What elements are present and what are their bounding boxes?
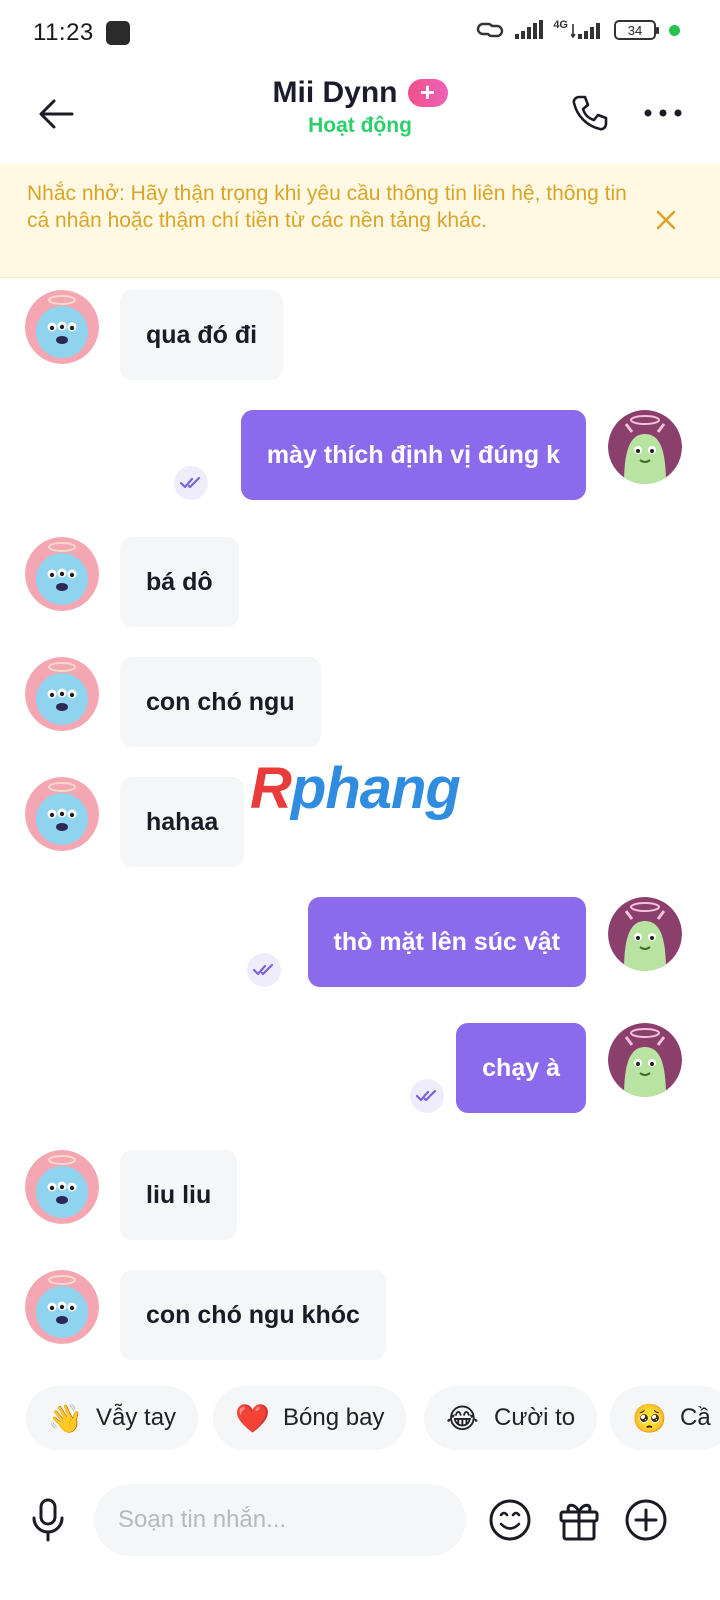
contact-avatar[interactable] <box>25 1150 99 1224</box>
incoming-message-bubble[interactable]: hahaa <box>120 777 245 867</box>
contact-avatar[interactable] <box>25 537 99 611</box>
message-row: thò mặt lên súc vật <box>0 897 720 989</box>
watermark-part-2: phang <box>290 756 461 821</box>
blue-monster-avatar-icon <box>25 657 99 731</box>
contact-avatar[interactable] <box>25 290 99 364</box>
user-avatar[interactable] <box>608 897 682 971</box>
message-row: chạy à <box>0 1023 720 1115</box>
quick-reaction-chip[interactable]: ❤️ Bóng bay <box>213 1386 407 1450</box>
chip-label: Vẫy tay <box>96 1404 177 1431</box>
blue-monster-avatar-icon <box>25 537 99 611</box>
message-row: bá dô <box>0 537 720 629</box>
quick-reaction-chip[interactable]: 🥺 Cầ <box>610 1386 720 1450</box>
incoming-message-bubble[interactable]: liu liu <box>120 1150 238 1240</box>
double-check-icon <box>180 476 201 489</box>
read-receipt-icon <box>174 466 208 500</box>
chip-label: Cầ <box>680 1404 711 1431</box>
safety-warning-banner: Nhắc nhở: Hãy thận trọng khi yêu cầu thô… <box>0 164 720 278</box>
contact-name[interactable]: Mii Dynn <box>273 76 398 110</box>
add-attachment-button[interactable] <box>622 1496 670 1544</box>
smiley-icon <box>489 1499 531 1541</box>
battery-icon: 34 <box>614 20 659 40</box>
message-list[interactable]: qua đó đi mày thích định vị đúng k bá dô… <box>0 280 720 1370</box>
message-row: qua đó đi <box>0 290 720 382</box>
blue-monster-avatar-icon <box>25 1150 99 1224</box>
user-avatar[interactable] <box>608 410 682 484</box>
chip-label: Bóng bay <box>283 1404 385 1431</box>
incoming-message-bubble[interactable]: qua đó đi <box>120 290 284 380</box>
more-options-button[interactable] <box>638 88 688 138</box>
voice-message-button[interactable] <box>24 1496 72 1544</box>
message-row: liu liu <box>0 1150 720 1242</box>
quick-reaction-bar: 👋 Vẫy tay ❤️ Bóng bay 😂 Cười to 🥺 Cầ <box>0 1386 720 1452</box>
emoji-button[interactable] <box>486 1496 534 1544</box>
gift-button[interactable] <box>555 1496 603 1544</box>
outgoing-message-bubble[interactable]: thò mặt lên súc vật <box>307 897 586 987</box>
status-indicators: 4G 34 <box>475 19 680 40</box>
link-icon <box>477 22 504 38</box>
phone-icon <box>572 95 608 131</box>
laughing-face-icon: 😂 <box>446 1402 479 1434</box>
quick-reaction-chip[interactable]: 😂 Cười to <box>424 1386 598 1450</box>
outgoing-message-bubble[interactable]: chạy à <box>456 1023 586 1113</box>
plus-circle-icon <box>625 1499 667 1541</box>
chip-label: Cười to <box>494 1404 576 1431</box>
signal-icon-2 <box>571 23 600 39</box>
watermark-logo: Rphang <box>250 755 461 822</box>
blue-monster-avatar-icon <box>25 1270 99 1344</box>
pleading-face-icon: 🥺 <box>632 1402 667 1434</box>
green-monster-avatar-icon <box>608 1023 682 1097</box>
blue-monster-avatar-icon <box>25 777 99 851</box>
status-bar: 11:23 4G 34 <box>0 0 720 68</box>
call-button[interactable] <box>565 88 615 138</box>
app-notification-icon <box>106 21 130 45</box>
watermark-part-1: R <box>250 756 292 821</box>
microphone-icon <box>32 1498 64 1542</box>
privacy-indicator-dot <box>669 24 680 36</box>
blue-monster-avatar-icon <box>25 290 99 364</box>
contact-avatar[interactable] <box>25 657 99 731</box>
plus-badge: + <box>407 79 448 107</box>
signal-icon <box>515 20 544 39</box>
user-avatar[interactable] <box>608 1023 682 1097</box>
message-row: con chó ngu khóc <box>0 1270 720 1362</box>
composer-bar <box>0 1480 720 1560</box>
incoming-message-bubble[interactable]: con chó ngu <box>120 657 321 747</box>
quick-reaction-chip[interactable]: 👋 Vẫy tay <box>26 1386 199 1450</box>
read-receipt-icon <box>247 953 281 987</box>
heart-icon: ❤️ <box>235 1402 270 1434</box>
status-time: 11:23 <box>33 19 94 46</box>
double-check-icon <box>253 963 274 976</box>
read-receipt-icon <box>410 1079 444 1113</box>
green-monster-avatar-icon <box>608 410 682 484</box>
green-monster-avatar-icon <box>608 897 682 971</box>
message-input[interactable] <box>94 1484 466 1556</box>
incoming-message-bubble[interactable]: con chó ngu khóc <box>120 1270 386 1360</box>
double-check-icon <box>416 1089 437 1102</box>
waving-hand-icon: 👋 <box>48 1402 83 1434</box>
warning-text: Nhắc nhở: Hãy thận trọng khi yêu cầu thô… <box>27 182 627 232</box>
incoming-message-bubble[interactable]: bá dô <box>120 537 239 627</box>
message-row: con chó ngu <box>0 657 720 749</box>
contact-avatar[interactable] <box>25 777 99 851</box>
chat-header: Mii Dynn + Hoạt động <box>0 68 720 164</box>
warning-close-button[interactable] <box>648 202 684 238</box>
gift-icon <box>559 1503 599 1541</box>
contact-avatar[interactable] <box>25 1270 99 1344</box>
close-icon <box>656 210 676 230</box>
outgoing-message-bubble[interactable]: mày thích định vị đúng k <box>240 410 586 500</box>
more-horizontal-icon <box>644 109 682 117</box>
network-type-label: 4G <box>553 19 568 31</box>
message-row: mày thích định vị đúng k <box>0 410 720 502</box>
